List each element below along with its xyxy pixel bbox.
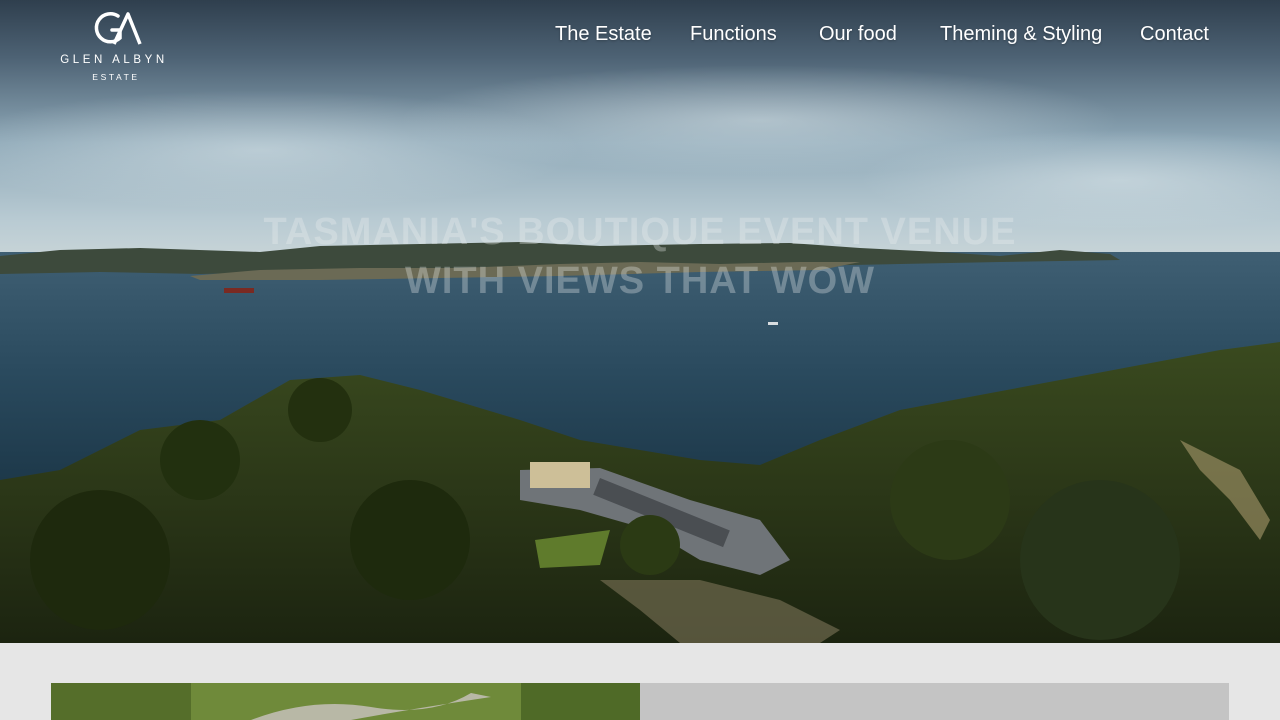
hero-section: GLEN ALBYN ESTATE The Estate Functions O… xyxy=(0,0,1280,643)
nav-item-theming-styling[interactable]: Theming & Styling xyxy=(940,20,1102,48)
hero-headline: Tasmania's boutique event venue with vie… xyxy=(263,211,1017,302)
brand-subtitle: ESTATE xyxy=(92,72,140,82)
nav-item-contact[interactable]: Contact xyxy=(1140,20,1209,48)
nav-item-functions[interactable]: Functions xyxy=(690,20,777,48)
nav-item-the-estate[interactable]: The Estate xyxy=(555,20,652,48)
feature-image xyxy=(51,683,640,720)
brand-name: GLEN ALBYN xyxy=(60,54,168,66)
hero-aerial-photo xyxy=(0,0,1280,643)
main-navigation: The Estate Functions Our food Theming & … xyxy=(0,20,1280,50)
feature-panel xyxy=(640,683,1229,720)
nav-item-our-food[interactable]: Our food xyxy=(819,20,897,48)
